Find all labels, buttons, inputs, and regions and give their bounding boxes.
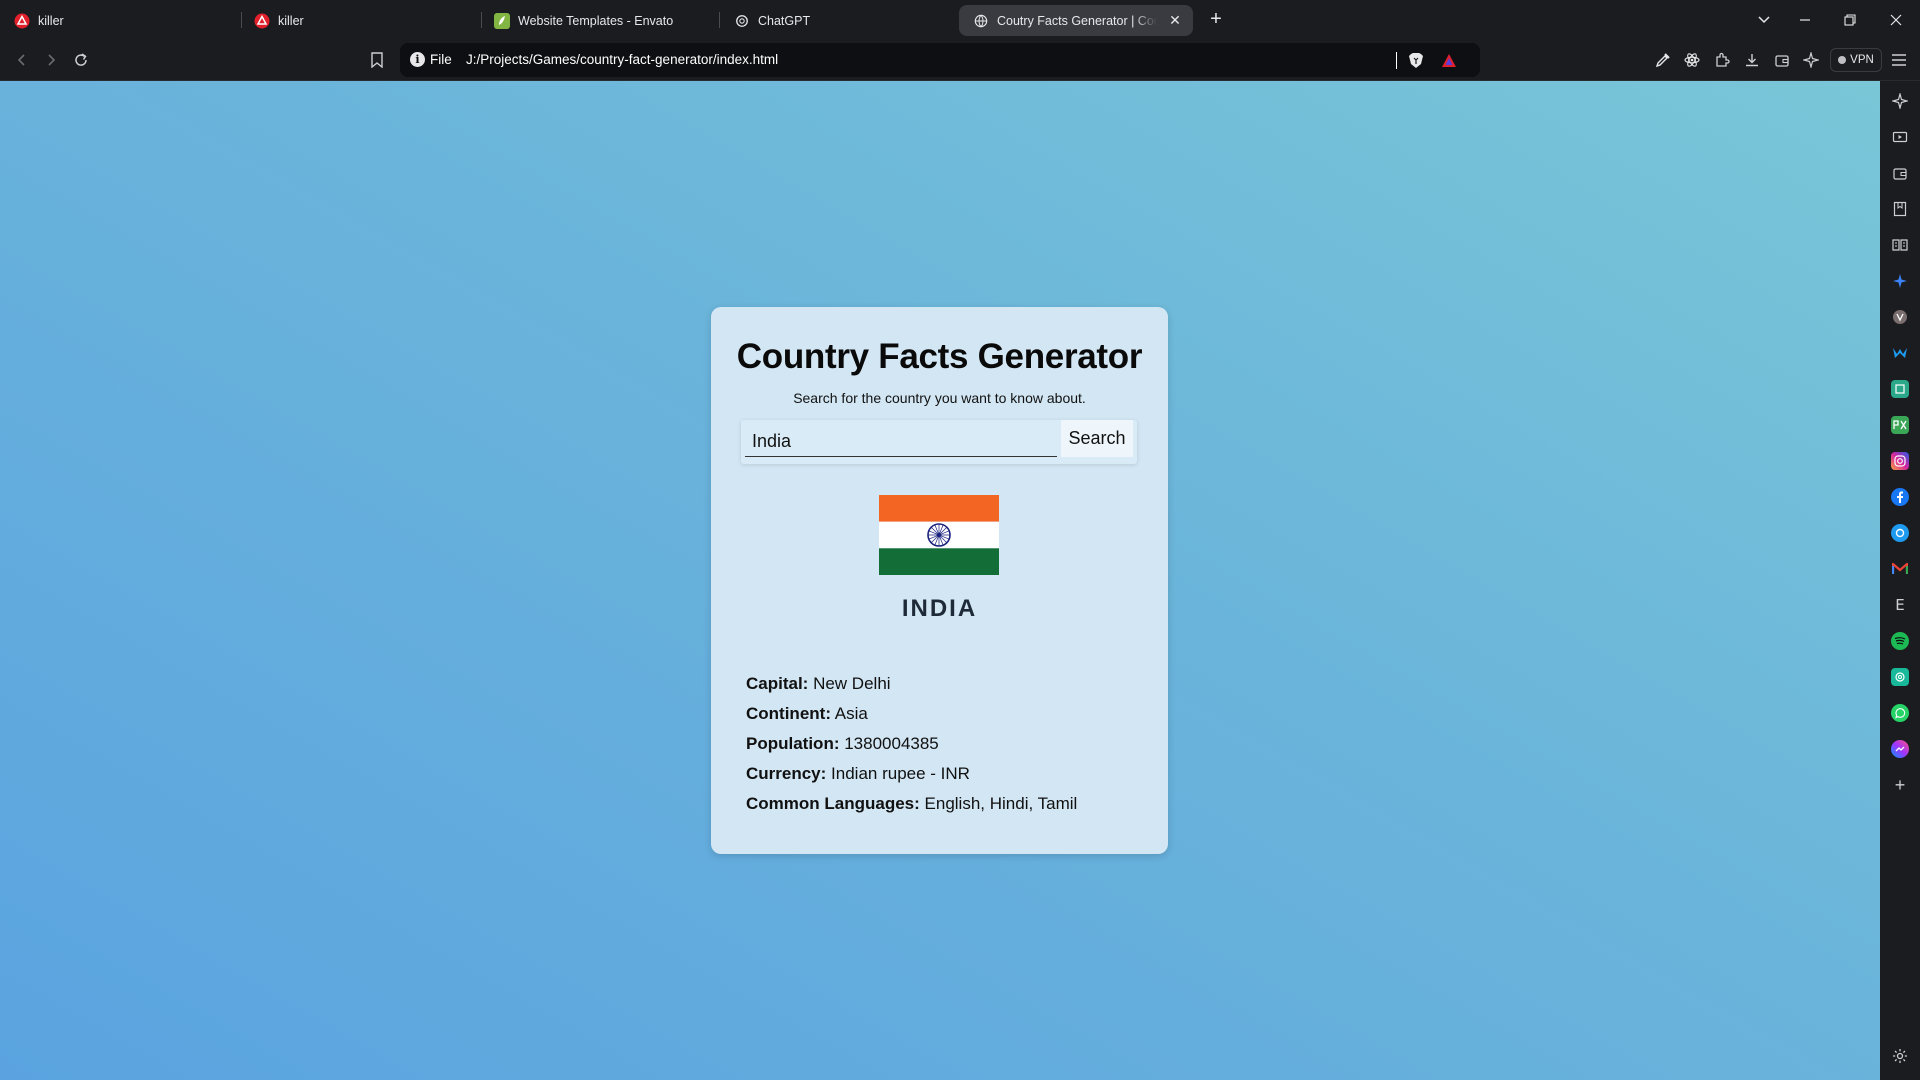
globe-icon (973, 13, 989, 29)
add-icon[interactable]: + (1891, 775, 1909, 795)
tab-country-facts[interactable]: Coutry Facts Generator | CodingNepal ✕ (959, 5, 1193, 36)
search-button[interactable]: Search (1061, 420, 1133, 457)
fact-label: Currency: (746, 764, 827, 783)
bookmark-icon[interactable] (367, 50, 387, 70)
fact-value: New Delhi (813, 674, 891, 693)
search-box: Search (741, 420, 1137, 464)
chatgpt-icon (734, 13, 750, 29)
wallet-icon[interactable] (1772, 50, 1792, 70)
vpn-button[interactable]: VPN (1830, 48, 1882, 72)
country-search-input[interactable] (745, 420, 1057, 457)
notes-icon[interactable] (1891, 380, 1909, 398)
restore-icon[interactable] (1838, 8, 1862, 32)
extensions-icon[interactable] (1712, 50, 1732, 70)
fact-continent: Continent: Asia (746, 704, 1146, 734)
address-bar[interactable]: i File J:/Projects/Games/country-fact-ge… (400, 43, 1480, 77)
malwarebytes-icon[interactable] (1891, 344, 1909, 362)
threads-icon[interactable] (1891, 668, 1909, 686)
tab-chatgpt[interactable]: ChatGPT (720, 5, 960, 36)
flag-stripe-bottom (879, 548, 999, 575)
reload-icon[interactable] (71, 50, 91, 70)
red-circle-logo-icon (14, 13, 30, 29)
reading-list-icon[interactable] (1891, 236, 1909, 254)
pixel-icon[interactable] (1891, 416, 1909, 434)
sparkle-icon[interactable] (1891, 272, 1909, 290)
menu-icon[interactable] (1889, 50, 1909, 70)
flag-stripe-top (879, 495, 999, 522)
media-icon[interactable] (1891, 128, 1909, 146)
vpn-status-icon (1838, 56, 1847, 64)
tab-envato[interactable]: Website Templates - Envato (480, 5, 720, 36)
url-divider (1396, 52, 1397, 69)
fact-capital: Capital: New Delhi (746, 674, 1146, 704)
new-tab-button[interactable]: + (1204, 8, 1228, 32)
country-name: INDIA (901, 595, 978, 622)
wallet-icon[interactable] (1891, 164, 1909, 182)
download-icon[interactable] (1742, 50, 1762, 70)
chatgpt-icon[interactable] (1891, 524, 1909, 542)
forward-arrow-icon[interactable] (41, 50, 61, 70)
tab-title: killer (38, 13, 64, 28)
fact-label: Population: (746, 734, 840, 753)
fact-languages: Common Languages: English, Hindi, Tamil (746, 794, 1146, 824)
facts-list: Capital: New Delhi Continent: Asia Popul… (746, 674, 1146, 824)
sidebar-panel: E + (1880, 81, 1920, 1080)
brave-shield-icon[interactable] (1406, 50, 1426, 70)
messenger-icon[interactable] (1891, 740, 1909, 758)
page-viewport: Country Facts Generator Search for the c… (0, 81, 1880, 1080)
minimize-icon[interactable] (1793, 8, 1817, 32)
back-arrow-icon[interactable] (12, 50, 32, 70)
tab-title: killer (278, 13, 304, 28)
red-circle-logo-icon (254, 13, 270, 29)
browser-toolbar: i File J:/Projects/Games/country-fact-ge… (0, 40, 1920, 81)
url-text[interactable]: J:/Projects/Games/country-fact-generator… (466, 52, 778, 67)
close-tab-icon[interactable]: ✕ (1165, 11, 1185, 31)
leo-ai-icon[interactable] (1891, 92, 1909, 110)
react-devtools-icon[interactable] (1682, 50, 1702, 70)
fact-value: Asia (834, 704, 868, 723)
spotify-icon[interactable] (1891, 632, 1909, 650)
url-scheme: File (430, 52, 452, 67)
tab-title: Website Templates - Envato (518, 13, 674, 28)
brave-icon[interactable] (1891, 308, 1909, 326)
instagram-icon[interactable] (1891, 452, 1909, 470)
fact-label: Capital: (746, 674, 809, 693)
info-icon[interactable]: i (410, 52, 425, 67)
envato-leaf-icon (494, 12, 510, 29)
tab-strip: killer killer Website Templates - Envato… (0, 0, 1920, 40)
tab-title: ChatGPT (758, 13, 811, 28)
tab-search-chevron-icon[interactable] (1752, 8, 1776, 32)
e-icon[interactable]: E (1891, 596, 1909, 614)
facebook-icon[interactable] (1891, 488, 1909, 506)
fact-label: Continent: (746, 704, 831, 723)
leo-ai-icon[interactable] (1801, 50, 1821, 70)
country-flag (879, 495, 999, 575)
fact-value: 1380004385 (844, 734, 939, 753)
fact-population: Population: 1380004385 (746, 734, 1146, 764)
vpn-label: VPN (1850, 54, 1874, 66)
fact-currency: Currency: Indian rupee - INR (746, 764, 1146, 794)
gmail-icon[interactable] (1891, 560, 1909, 578)
tab-killer-1[interactable]: killer (0, 5, 240, 36)
fact-label: Common Languages: (746, 794, 920, 813)
close-window-icon[interactable] (1884, 8, 1908, 32)
ashoka-chakra-icon (927, 523, 951, 547)
country-facts-card: Country Facts Generator Search for the c… (711, 307, 1168, 854)
tab-title: Coutry Facts Generator | CodingNepal (997, 13, 1157, 28)
page-subtitle: Search for the country you want to know … (793, 390, 1086, 406)
gear-icon[interactable] (1891, 1047, 1909, 1065)
color-picker-icon[interactable] (1653, 50, 1673, 70)
brave-rewards-icon[interactable] (1439, 50, 1459, 70)
tab-killer-2[interactable]: killer (240, 5, 480, 36)
bookmarks-icon[interactable] (1891, 200, 1909, 218)
page-title: Country Facts Generator (736, 337, 1143, 376)
whatsapp-icon[interactable] (1891, 704, 1909, 722)
fact-value: Indian rupee - INR (831, 764, 970, 783)
fact-value: English, Hindi, Tamil (924, 794, 1078, 813)
